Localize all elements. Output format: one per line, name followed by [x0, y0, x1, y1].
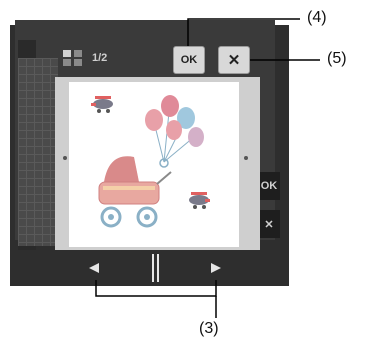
callout-5: (5) — [327, 50, 347, 67]
callout-3: (3) — [199, 320, 219, 337]
callout-4: (4) — [307, 9, 327, 26]
callout-lines — [95, 18, 320, 318]
